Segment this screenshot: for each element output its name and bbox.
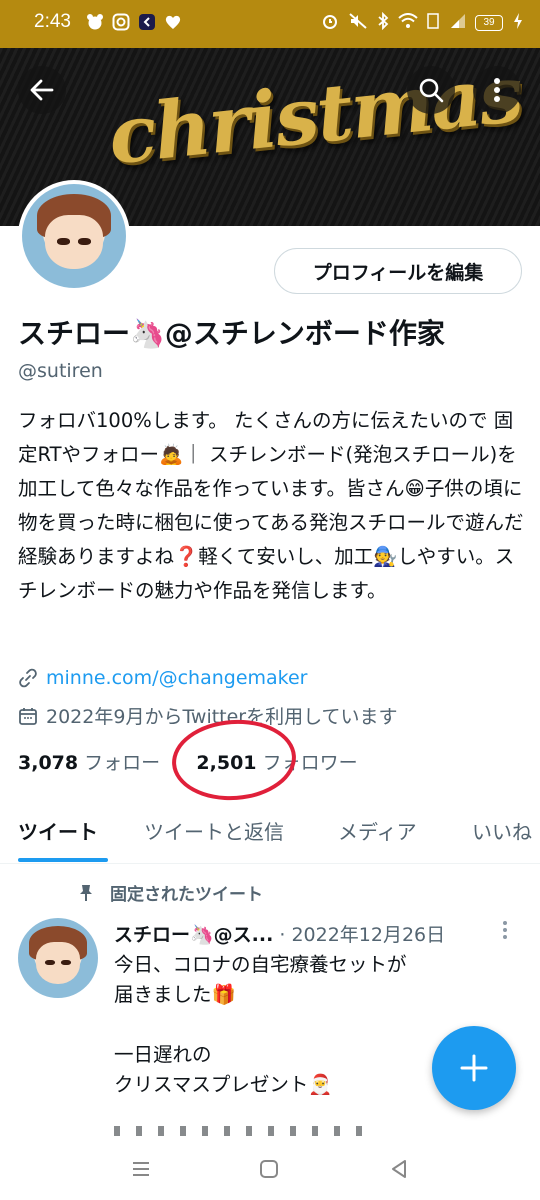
- system-icons: 39: [321, 11, 524, 34]
- recents-button[interactable]: [130, 1158, 152, 1184]
- following-label: フォロー: [84, 752, 161, 774]
- volte-icon: [427, 12, 439, 34]
- tweet-avatar[interactable]: [18, 918, 98, 998]
- status-bar: 2:43 39: [0, 0, 540, 48]
- tab-likes[interactable]: いいね: [472, 816, 532, 845]
- status-time: 2:43: [34, 11, 71, 32]
- back-arrow-icon: [30, 79, 54, 101]
- recents-icon: [133, 1162, 149, 1176]
- highlight-circle: [169, 715, 299, 805]
- heart-icon: [164, 13, 182, 31]
- tab-tweets[interactable]: ツイート: [18, 816, 98, 845]
- bear-icon: [86, 13, 104, 31]
- profile-avatar[interactable]: [18, 180, 130, 292]
- back-button[interactable]: [18, 66, 66, 114]
- plus-icon: [460, 1054, 488, 1082]
- signal-icon: [448, 13, 466, 33]
- search-button[interactable]: [407, 66, 455, 114]
- wifi-icon: [398, 13, 418, 33]
- display-name: スチロー🦄@スチレンボード作家: [18, 317, 445, 350]
- alarm-icon: [321, 12, 339, 34]
- notification-icons: [86, 13, 182, 31]
- more-options-button[interactable]: [473, 66, 521, 114]
- search-icon: [419, 78, 444, 103]
- following-count: 3,078: [18, 752, 79, 774]
- app-icon: [138, 13, 156, 31]
- user-handle: @sutiren: [18, 360, 103, 382]
- active-tab-indicator: [18, 858, 108, 862]
- following-link[interactable]: 3,078 フォロー: [18, 752, 160, 774]
- profile-link-row[interactable]: minne.com/@changemaker: [18, 667, 307, 689]
- pinned-label-row: 固定されたツイート: [78, 880, 263, 905]
- home-button[interactable]: [258, 1158, 280, 1184]
- tab-media[interactable]: メディア: [338, 816, 417, 845]
- tweet-date[interactable]: · 2022年12月26日: [279, 924, 445, 946]
- profile-link[interactable]: minne.com/@changemaker: [46, 667, 307, 689]
- edit-profile-button[interactable]: プロフィールを編集: [274, 248, 522, 294]
- more-vertical-icon: [494, 78, 500, 102]
- back-triangle-icon: [392, 1160, 406, 1178]
- profile-tabs: ツイート ツイートと返信 メディア いいね: [0, 808, 540, 864]
- charging-icon: [512, 12, 524, 34]
- pinned-label: 固定されたツイート: [110, 885, 263, 905]
- tweet-author[interactable]: スチロー🦄@ス...: [114, 924, 273, 946]
- avatar-image: [22, 184, 126, 288]
- profile-bio: フォロバ100%します。 たくさんの方に伝えたいので 固定RTやフォロー🙇｜ ス…: [18, 409, 524, 602]
- tweet-text: 今日、コロナの自宅療養セットが 届きました🎁 一日遅れの クリスマスプレゼント🎅: [114, 953, 407, 1096]
- pin-icon: [80, 884, 92, 901]
- back-nav-button[interactable]: [388, 1158, 410, 1184]
- link-icon: [19, 668, 37, 688]
- tweet-text-cutoff: [114, 1126, 364, 1136]
- calendar-icon: [19, 707, 37, 725]
- home-icon: [260, 1160, 278, 1178]
- system-nav-bar: [0, 1140, 540, 1200]
- tweet-avatar-image: [18, 918, 98, 998]
- battery-icon: 39: [475, 15, 503, 31]
- more-vertical-icon: [503, 921, 507, 939]
- compose-tweet-button[interactable]: [432, 1026, 516, 1110]
- instagram-icon: [112, 13, 130, 31]
- tab-tweets-replies[interactable]: ツイートと返信: [144, 816, 284, 845]
- tweet-header: スチロー🦄@ス... · 2022年12月26日: [114, 920, 445, 947]
- bluetooth-icon: [377, 11, 389, 34]
- mute-icon: [348, 12, 368, 34]
- tweet-more-button[interactable]: [502, 920, 508, 945]
